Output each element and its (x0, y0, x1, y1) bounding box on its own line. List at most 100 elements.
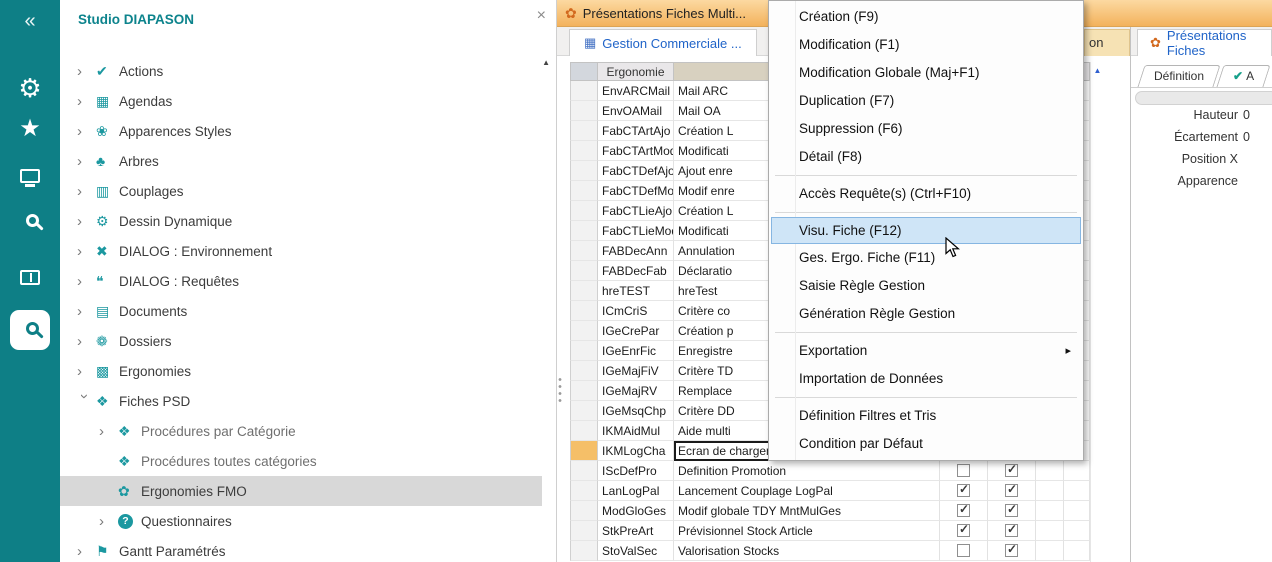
chevron-icon[interactable]: › (77, 303, 96, 320)
tree-item[interactable]: ❖ Procédures toutes catégories (60, 446, 542, 476)
checkbox-cell-2[interactable] (988, 541, 1036, 561)
row-selector[interactable] (570, 221, 598, 241)
chevron-icon[interactable]: › (99, 513, 118, 530)
menu-item-modification-f1[interactable]: Modification (F1) (769, 31, 1083, 59)
designation-cell[interactable]: Prévisionnel Stock Article (674, 521, 940, 541)
row-selector[interactable] (570, 501, 598, 521)
tree-item[interactable]: › ❖ Procédures par Catégorie (60, 416, 542, 446)
chevron-icon[interactable]: › (77, 243, 96, 260)
chevron-icon[interactable]: › (77, 273, 96, 290)
ergonomie-cell[interactable]: FABDecAnn (598, 241, 674, 261)
ergonomie-cell[interactable]: IKMAidMul (598, 421, 674, 441)
row-selector[interactable] (570, 421, 598, 441)
row-selector[interactable] (570, 81, 598, 101)
menu-item-ges-ergo-fiche-f11[interactable]: Ges. Ergo. Fiche (F11) (769, 244, 1083, 272)
row-selector[interactable] (570, 161, 598, 181)
scrollbar-up-icon[interactable]: ▲ (1091, 62, 1104, 78)
close-icon[interactable]: × (537, 9, 546, 23)
checkbox[interactable] (1005, 524, 1018, 537)
favorites-icon[interactable]: ★ (10, 108, 50, 148)
checkbox-cell-2[interactable] (988, 501, 1036, 521)
tab-a[interactable]: ✔A (1216, 65, 1270, 87)
row-selector[interactable] (570, 281, 598, 301)
designation-cell[interactable]: Definition Promotion (674, 461, 940, 481)
checkbox-cell-2[interactable] (988, 481, 1036, 501)
menu-item-modification-globale-maj-f1[interactable]: Modification Globale (Maj+F1) (769, 59, 1083, 87)
ergonomie-cell[interactable]: FABDecFab (598, 261, 674, 281)
checkbox[interactable] (1005, 544, 1018, 557)
menu-item-g-n-ration-r-gle-gestion[interactable]: Génération Règle Gestion (769, 300, 1083, 328)
ergonomie-cell[interactable]: IGeMajFiV (598, 361, 674, 381)
row-selector[interactable] (570, 181, 598, 201)
row-selector[interactable] (570, 201, 598, 221)
ergonomie-cell[interactable]: StkPreArt (598, 521, 674, 541)
chevron-icon[interactable]: › (77, 543, 96, 560)
row-selector[interactable] (570, 541, 598, 561)
tree-item[interactable]: › ❁ Dossiers (60, 326, 542, 356)
menu-item-condition-par-d-faut[interactable]: Condition par Défaut (769, 430, 1083, 458)
checkbox-cell-1[interactable] (940, 481, 988, 501)
monitor-icon[interactable] (10, 156, 50, 196)
chevron-icon[interactable]: › (77, 213, 96, 230)
menu-item-suppression-f6[interactable]: Suppression (F6) (769, 115, 1083, 143)
ergonomie-cell[interactable]: FabCTArtMod (598, 141, 674, 161)
menu-item-d-finition-filtres-et-tris[interactable]: Définition Filtres et Tris (769, 402, 1083, 430)
row-selector[interactable] (570, 241, 598, 261)
settings-icon[interactable]: ⚙ (10, 68, 50, 108)
row-selector[interactable] (570, 481, 598, 501)
checkbox-cell-1[interactable] (940, 501, 988, 521)
panel-splitter-handle[interactable] (558, 376, 562, 406)
tree-item[interactable]: › ▩ Ergonomies (60, 356, 542, 386)
tree-item[interactable]: › ✖ DIALOG : Environnement (60, 236, 542, 266)
menu-item-saisie-r-gle-gestion[interactable]: Saisie Règle Gestion (769, 272, 1083, 300)
checkbox[interactable] (957, 504, 970, 517)
col-header-gutter[interactable] (570, 62, 598, 81)
row-selector[interactable] (570, 401, 598, 421)
chevron-icon[interactable]: › (77, 333, 96, 350)
tree-item[interactable]: › ▦ Agendas (60, 86, 542, 116)
table-scrollbar[interactable]: ▲ (1090, 62, 1104, 562)
scroll-up-icon[interactable]: ▲ (542, 58, 550, 67)
ergonomie-cell[interactable]: StoValSec (598, 541, 674, 561)
explorer-search-icon[interactable] (10, 310, 50, 350)
tree-item[interactable]: › ? Questionnaires (60, 506, 542, 536)
designation-cell[interactable]: Lancement Couplage LogPal (674, 481, 940, 501)
ergonomie-cell[interactable]: FabCTArtAjo (598, 121, 674, 141)
tab-definition[interactable]: Définition (1137, 65, 1220, 87)
field-value-hauteur[interactable]: 0 (1243, 108, 1250, 122)
ergonomie-cell[interactable]: FabCTLieAjo (598, 201, 674, 221)
row-selector[interactable] (570, 341, 598, 361)
ergonomie-cell[interactable]: FabCTDefMod (598, 181, 674, 201)
search-icon[interactable] (10, 202, 50, 242)
checkbox[interactable] (957, 464, 970, 477)
tree-item[interactable]: › ▥ Couplages (60, 176, 542, 206)
chevron-icon[interactable]: › (99, 423, 118, 440)
row-selector[interactable] (570, 381, 598, 401)
row-selector[interactable] (570, 441, 598, 461)
menu-item-visu-fiche-f12[interactable]: Visu. Fiche (F12) (771, 217, 1081, 244)
table-row[interactable]: StoValSec Valorisation Stocks (570, 541, 1090, 561)
row-selector[interactable] (570, 461, 598, 481)
ergonomie-cell[interactable]: ICmCriS (598, 301, 674, 321)
tab-gestion-commerciale[interactable]: ▦ Gestion Commerciale ... (569, 29, 757, 56)
ergonomie-cell[interactable]: IGeMajRV (598, 381, 674, 401)
menu-item-importation-de-donn-es[interactable]: Importation de Données (769, 365, 1083, 393)
designation-cell[interactable]: Valorisation Stocks (674, 541, 940, 561)
ergonomie-cell[interactable]: LanLogPal (598, 481, 674, 501)
tree-item[interactable]: › ⚑ Gantt Paramétrés (60, 536, 542, 562)
tab-presentations-fiches[interactable]: ✿ Présentations Fiches (1137, 29, 1272, 56)
ergonomie-cell[interactable]: hreTEST (598, 281, 674, 301)
menu-item-cr-ation-f9[interactable]: Création (F9) (769, 3, 1083, 31)
ergonomie-cell[interactable]: FabCTDefAjo (598, 161, 674, 181)
ergonomie-cell[interactable]: FabCTLieMod (598, 221, 674, 241)
ergonomie-cell[interactable]: IGeCrePar (598, 321, 674, 341)
tree-item[interactable]: › ❀ Apparences Styles (60, 116, 542, 146)
checkbox[interactable] (957, 544, 970, 557)
chevron-icon[interactable]: › (77, 183, 96, 200)
row-selector[interactable] (570, 261, 598, 281)
tree-item[interactable]: › ⚙ Dessin Dynamique (60, 206, 542, 236)
table-row[interactable]: LanLogPal Lancement Couplage LogPal (570, 481, 1090, 501)
menu-item-duplication-f7[interactable]: Duplication (F7) (769, 87, 1083, 115)
chevron-icon[interactable]: › (77, 363, 96, 380)
collapse-panel-button[interactable]: « (0, 10, 60, 33)
